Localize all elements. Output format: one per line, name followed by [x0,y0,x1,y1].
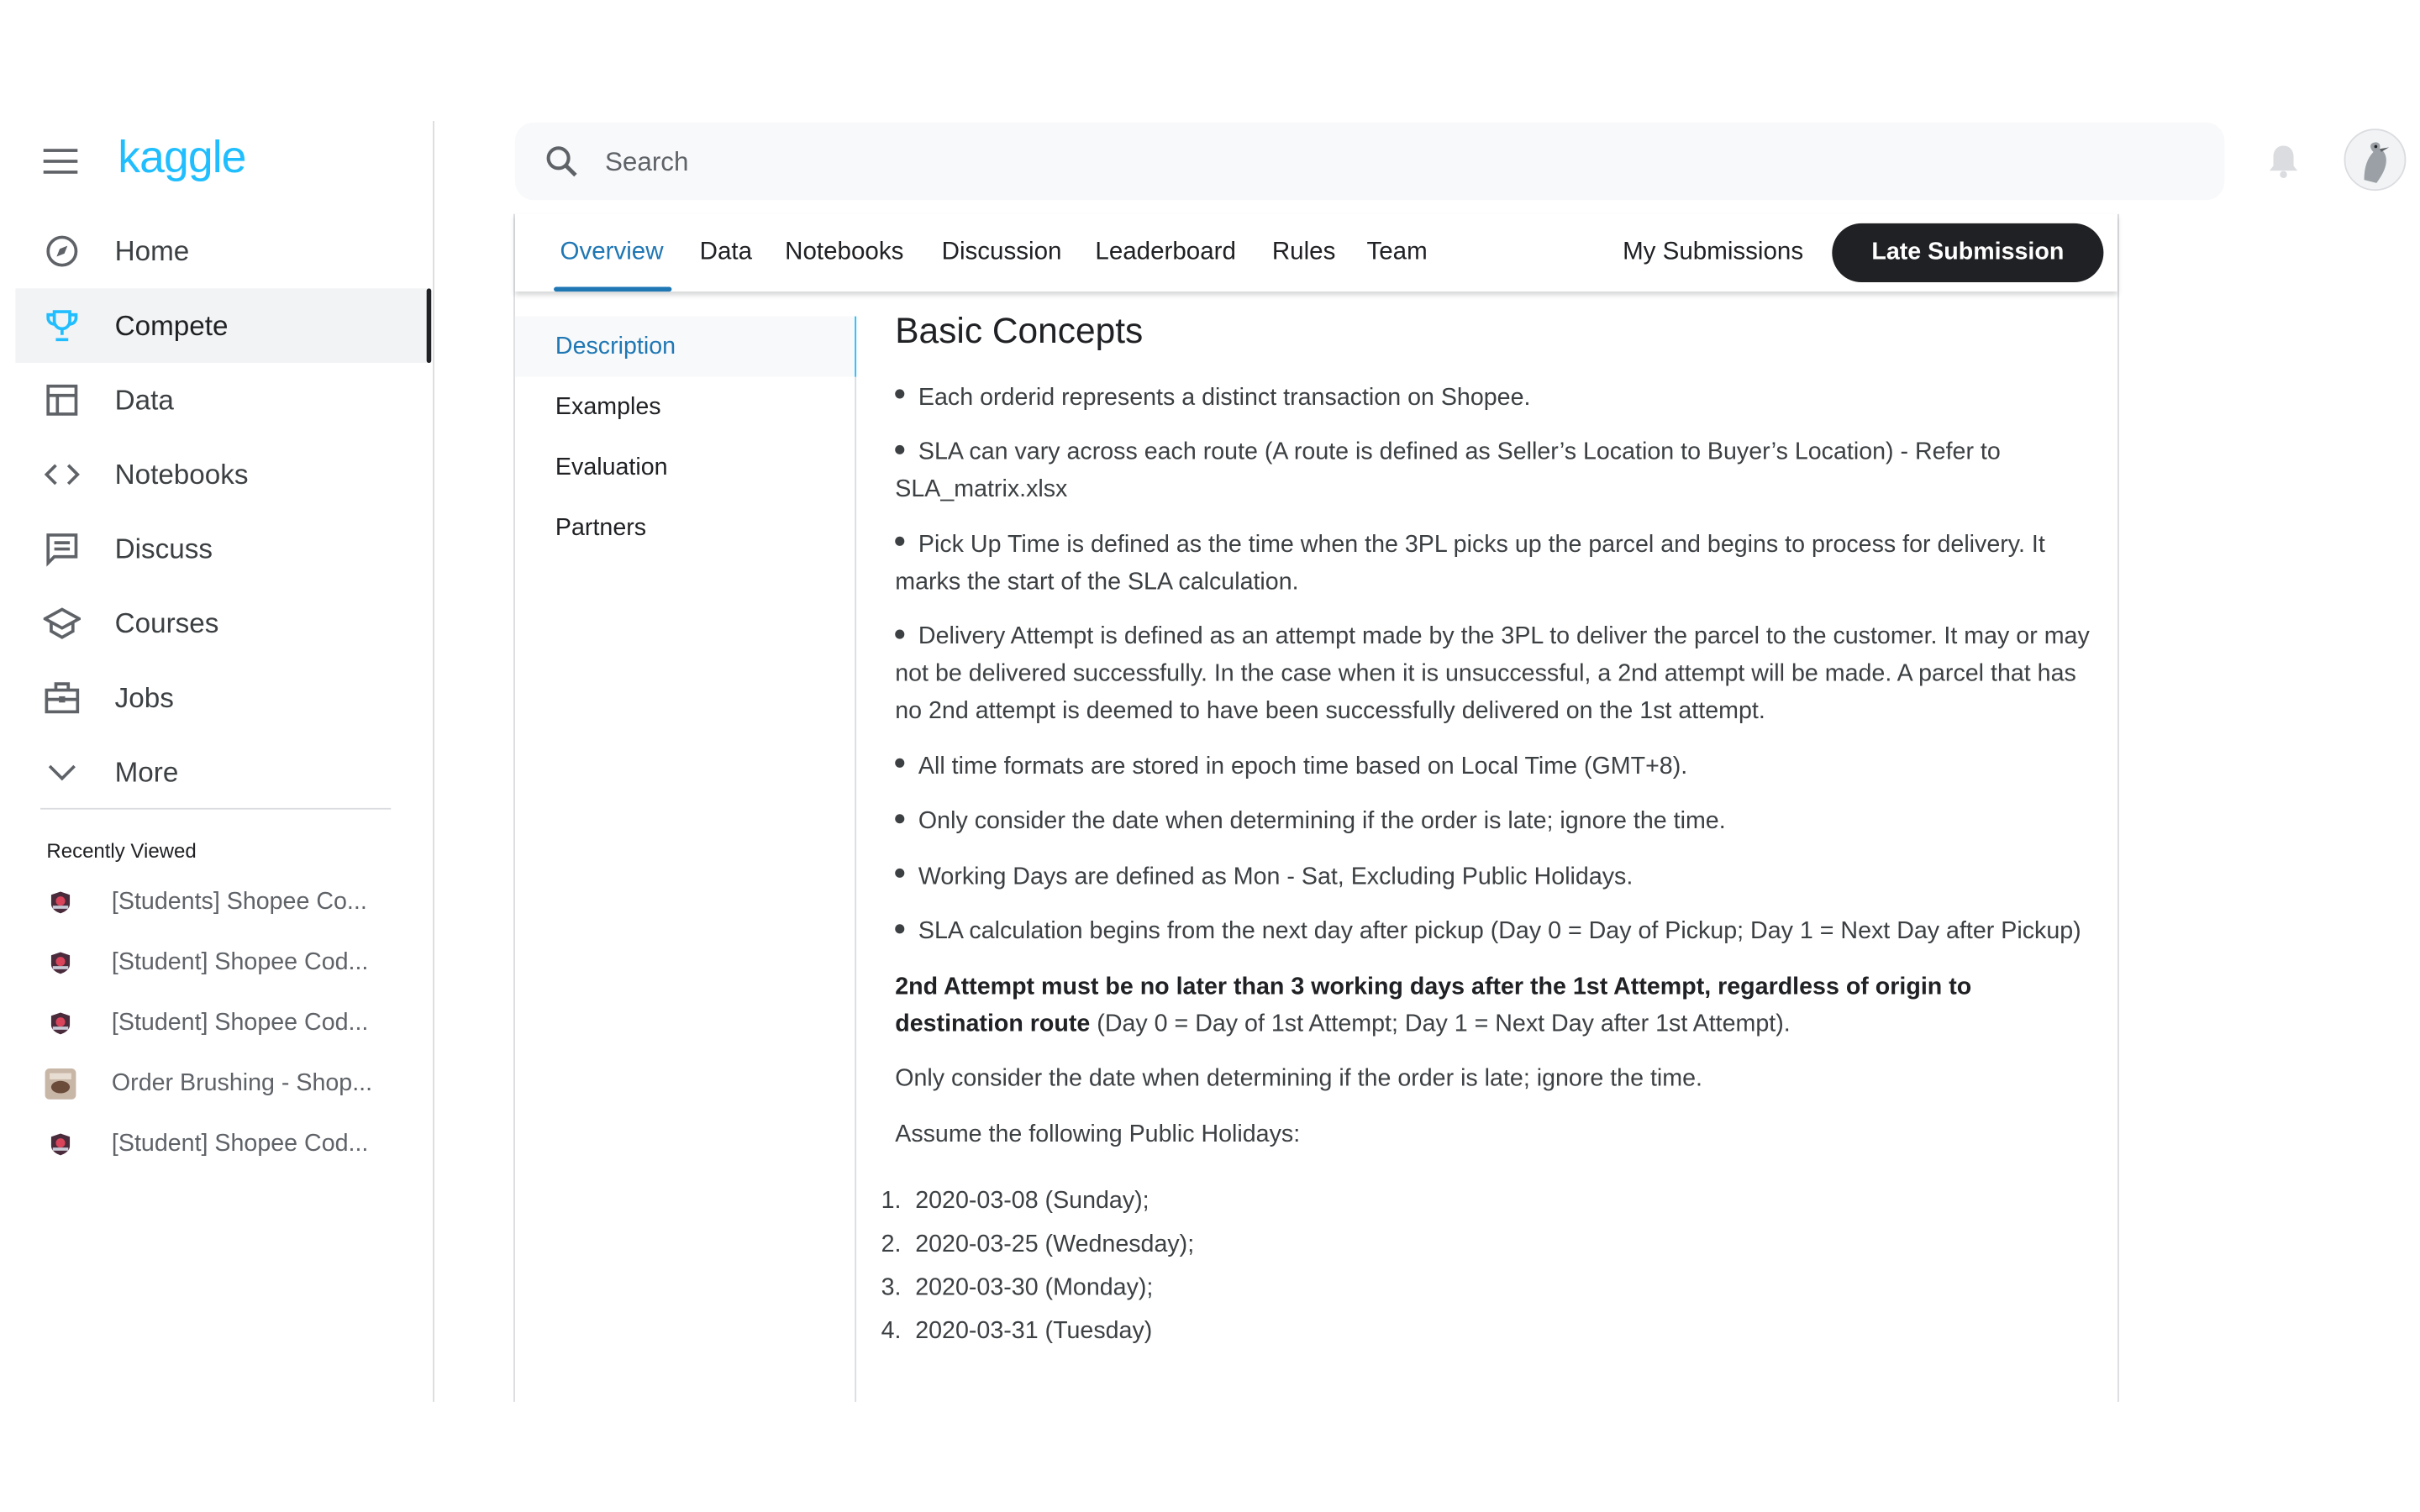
recent-item-label: [Student] Shopee Cod... [111,948,369,975]
app-root: kaggle Home Compete Data Notebooks Discu… [0,0,2420,1512]
sidebar-item-courses[interactable]: Courses [15,586,431,661]
recent-item[interactable]: [Student] Shopee Cod... [34,932,407,993]
tab-leaderboard[interactable]: Leaderboard [1095,239,1236,266]
avatar[interactable] [2344,129,2407,192]
sidebar: kaggle Home Compete Data Notebooks Discu… [0,121,434,1402]
subnav-item-examples[interactable]: Examples [515,377,855,438]
recent-item[interactable]: [Student] Shopee Cod... [34,1114,407,1174]
competition-thumbnail-icon [44,1066,78,1100]
holidays-intro: Assume the following Public Holidays: [895,1120,1301,1147]
sidebar-item-label: Compete [114,309,229,341]
sidebar-item-discuss[interactable]: Discuss [15,512,431,586]
sidebar-item-notebooks[interactable]: Notebooks [15,438,431,512]
search-bar [514,122,2225,203]
second-attempt-rule: 2nd Attempt must be no later than 3 work… [895,969,2090,1043]
rule-text: (Day 0 = Day of 1st Attempt; Day 1 = Nex… [1090,1010,1791,1037]
concepts-list: Each orderid represents a distinct trans… [895,379,2090,950]
description-content: Basic Concepts Each orderid represents a… [881,310,2090,1355]
late-submission-button[interactable]: Late Submission [1832,223,2104,282]
competition-thumbnail-icon [44,885,78,919]
subnav-item-description[interactable]: Description [514,316,857,377]
sidebar-item-label: Data [114,383,174,415]
sidebar-divider [40,807,392,810]
recently-viewed-title: Recently Viewed [46,838,197,863]
list-item: SLA calculation begins from the next day… [895,913,2090,950]
recent-item-label: Order Brushing - Shop... [111,1068,373,1096]
tab-team[interactable]: Team [1366,239,1427,266]
subnav-item-evaluation[interactable]: Evaluation [515,438,855,498]
sidebar-nav: Home Compete Data Notebooks Discuss Cour… [15,214,432,810]
recent-item[interactable]: Order Brushing - Shop... [34,1053,407,1114]
tab-rules[interactable]: Rules [1272,239,1336,266]
chevron-down-icon [44,753,81,790]
date-note: Only consider the date when determining … [895,1065,1702,1092]
competition-thumbnail-icon [44,1005,78,1040]
tab-overview[interactable]: Overview [560,239,663,266]
competition-thumbnail-icon [44,1126,78,1161]
list-item: Each orderid represents a distinct trans… [895,379,2090,416]
tab-discussion[interactable]: Discussion [942,239,1062,266]
competition-card: Overview Data Notebooks Discussion Leade… [513,213,2119,1402]
sidebar-item-more[interactable]: More [15,735,431,810]
list-item: All time formats are stored in epoch tim… [895,748,2090,785]
list-item: 4. 2020-03-31 (Tuesday) [881,1318,1153,1346]
active-tab-indicator [554,286,672,292]
code-icon [44,456,81,493]
holidays-list: 1. 2020-03-08 (Sunday); 2. 2020-03-25 (Wed… [881,1179,2090,1355]
sidebar-item-label: Home [114,234,190,266]
sidebar-item-jobs[interactable]: Jobs [15,660,431,735]
list-item: Working Days are defined as Mon - Sat, E… [895,858,2090,895]
trophy-icon [44,307,81,344]
list-item: SLA can vary across each route (A route … [895,434,2090,509]
my-submissions-link[interactable]: My Submissions [1623,239,1803,266]
sidebar-item-label: Discuss [114,533,213,564]
table-icon [44,381,81,418]
briefcase-icon [44,680,81,717]
list-item: Delivery Attempt is defined as an attemp… [895,619,2090,731]
list-item: Only consider the date when determining … [895,803,2090,840]
competition-thumbnail-icon [44,945,78,979]
comment-icon [44,530,81,567]
competition-tabs: Overview Data Notebooks Discussion Leade… [514,213,2118,292]
sidebar-item-label: Jobs [114,681,174,713]
tab-data[interactable]: Data [700,239,752,266]
notifications-bell-icon[interactable] [2266,143,2301,188]
list-item: 1. 2020-03-08 (Sunday); [881,1187,1150,1214]
recently-viewed-list: [Students] Shopee Co... [Student] Shopee… [34,872,407,1174]
recent-item[interactable]: [Students] Shopee Co... [34,872,407,932]
menu-icon[interactable] [43,149,78,174]
sidebar-item-label: More [114,756,179,787]
kaggle-logo[interactable]: kaggle [118,134,246,185]
tab-notebooks[interactable]: Notebooks [785,239,903,266]
sidebar-item-home[interactable]: Home [15,214,431,289]
overview-subnav: Description Examples Evaluation Partners [514,316,857,1402]
school-icon [43,605,81,642]
compass-icon [44,233,81,270]
list-item: 2. 2020-03-25 (Wednesday); [881,1231,1195,1257]
search-icon [543,143,580,188]
recent-item[interactable]: [Student] Shopee Cod... [34,993,407,1053]
subnav-item-partners[interactable]: Partners [515,498,855,559]
section-heading: Basic Concepts [895,310,1144,351]
sidebar-item-data[interactable]: Data [15,363,431,438]
sidebar-item-label: Notebooks [114,458,249,490]
recent-item-label: [Student] Shopee Cod... [111,1008,369,1036]
recent-item-label: [Students] Shopee Co... [111,887,367,915]
list-item: 3. 2020-03-30 (Monday); [881,1274,1154,1302]
recent-item-label: [Student] Shopee Cod... [111,1129,369,1157]
sidebar-item-compete[interactable]: Compete [15,288,432,363]
list-item: Pick Up Time is defined as the time when… [895,527,2090,601]
sidebar-item-label: Courses [114,606,219,638]
search-input[interactable] [602,122,2160,203]
